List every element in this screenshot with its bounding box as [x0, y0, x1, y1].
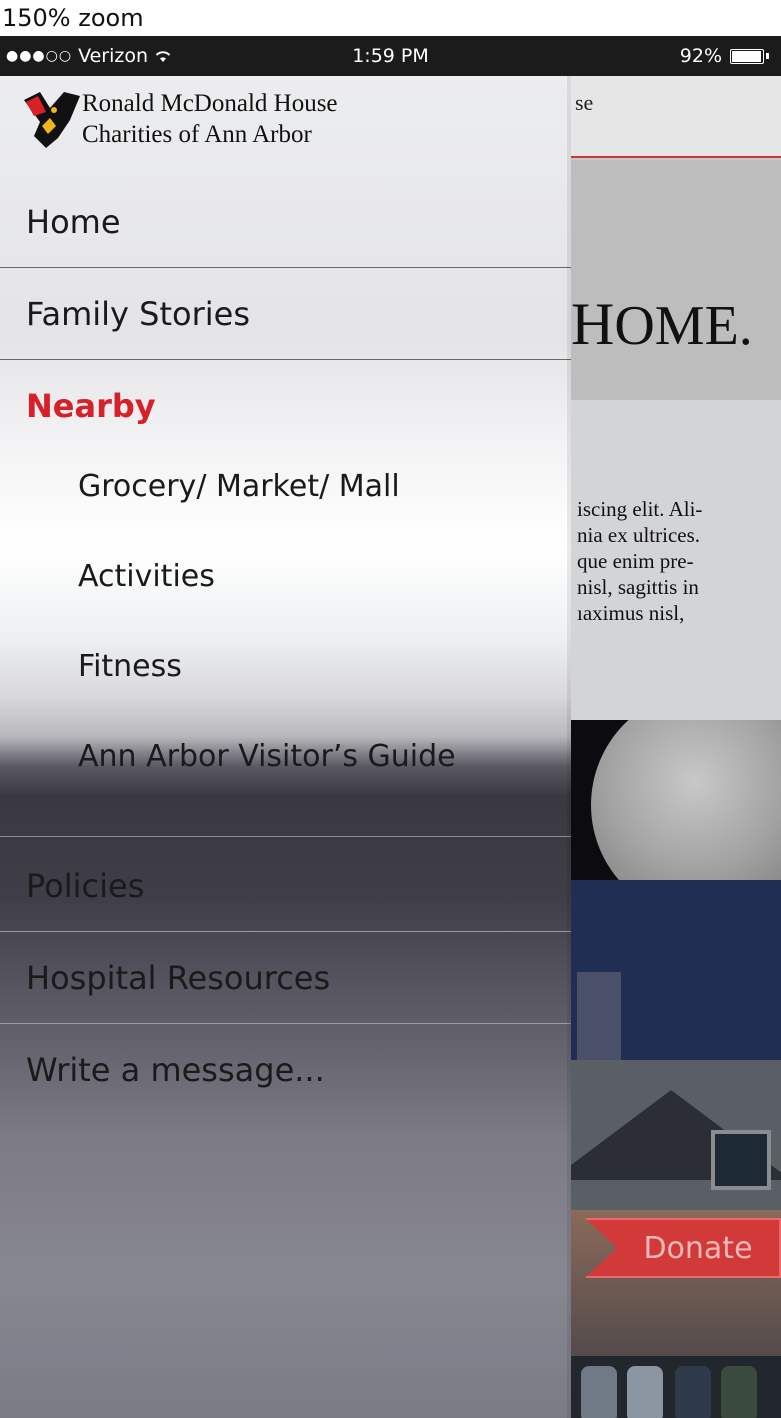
cars-image	[571, 1356, 781, 1418]
menu-item-write-message[interactable]: Write a message...	[0, 1024, 571, 1116]
background-body: iscing elit. Ali- nia ex ultrices. que e…	[571, 400, 781, 720]
logo-text: Ronald McDonald House Charities of Ann A…	[82, 90, 338, 148]
battery-icon	[730, 48, 764, 64]
clock: 1:59 PM	[352, 45, 429, 67]
zoom-label: 150% zoom	[0, 0, 781, 36]
background-hero-text: HOME.	[571, 291, 753, 357]
city-image	[571, 880, 781, 1062]
menu-logo[interactable]: Ronald McDonald House Charities of Ann A…	[0, 76, 571, 176]
moon-image	[571, 720, 781, 880]
submenu-item-activities[interactable]: Activities	[0, 530, 571, 622]
battery-info: 92%	[680, 45, 769, 67]
rmhc-logo-icon	[24, 92, 80, 148]
background-header-text: se	[575, 90, 594, 115]
house-image	[571, 1060, 781, 1210]
status-bar: ●●●○○ Verizon 1:59 PM 92%	[0, 36, 781, 76]
side-menu-drawer: Ronald McDonald House Charities of Ann A…	[0, 76, 571, 1418]
menu-item-policies[interactable]: Policies	[0, 840, 571, 932]
background-body-text: iscing elit. Ali- nia ex ultrices. que e…	[577, 497, 703, 625]
menu-item-nearby[interactable]: Nearby	[0, 360, 571, 452]
submenu-item-grocery[interactable]: Grocery/ Market/ Mall	[0, 440, 571, 532]
menu-divider	[0, 836, 571, 837]
background-page: se HOME. iscing elit. Ali- nia ex ultric…	[571, 76, 781, 1418]
submenu-item-visitors-guide[interactable]: Ann Arbor Visitor’s Guide	[0, 710, 571, 802]
background-header: se	[571, 76, 781, 158]
battery-percent: 92%	[679, 45, 722, 67]
menu-item-hospital-resources[interactable]: Hospital Resources	[0, 932, 571, 1024]
menu-item-family-stories[interactable]: Family Stories	[0, 268, 571, 360]
submenu-item-fitness[interactable]: Fitness	[0, 620, 571, 712]
battery-tip	[766, 53, 769, 59]
menu-item-home[interactable]: Home	[0, 176, 571, 268]
background-hero: HOME.	[571, 160, 781, 400]
